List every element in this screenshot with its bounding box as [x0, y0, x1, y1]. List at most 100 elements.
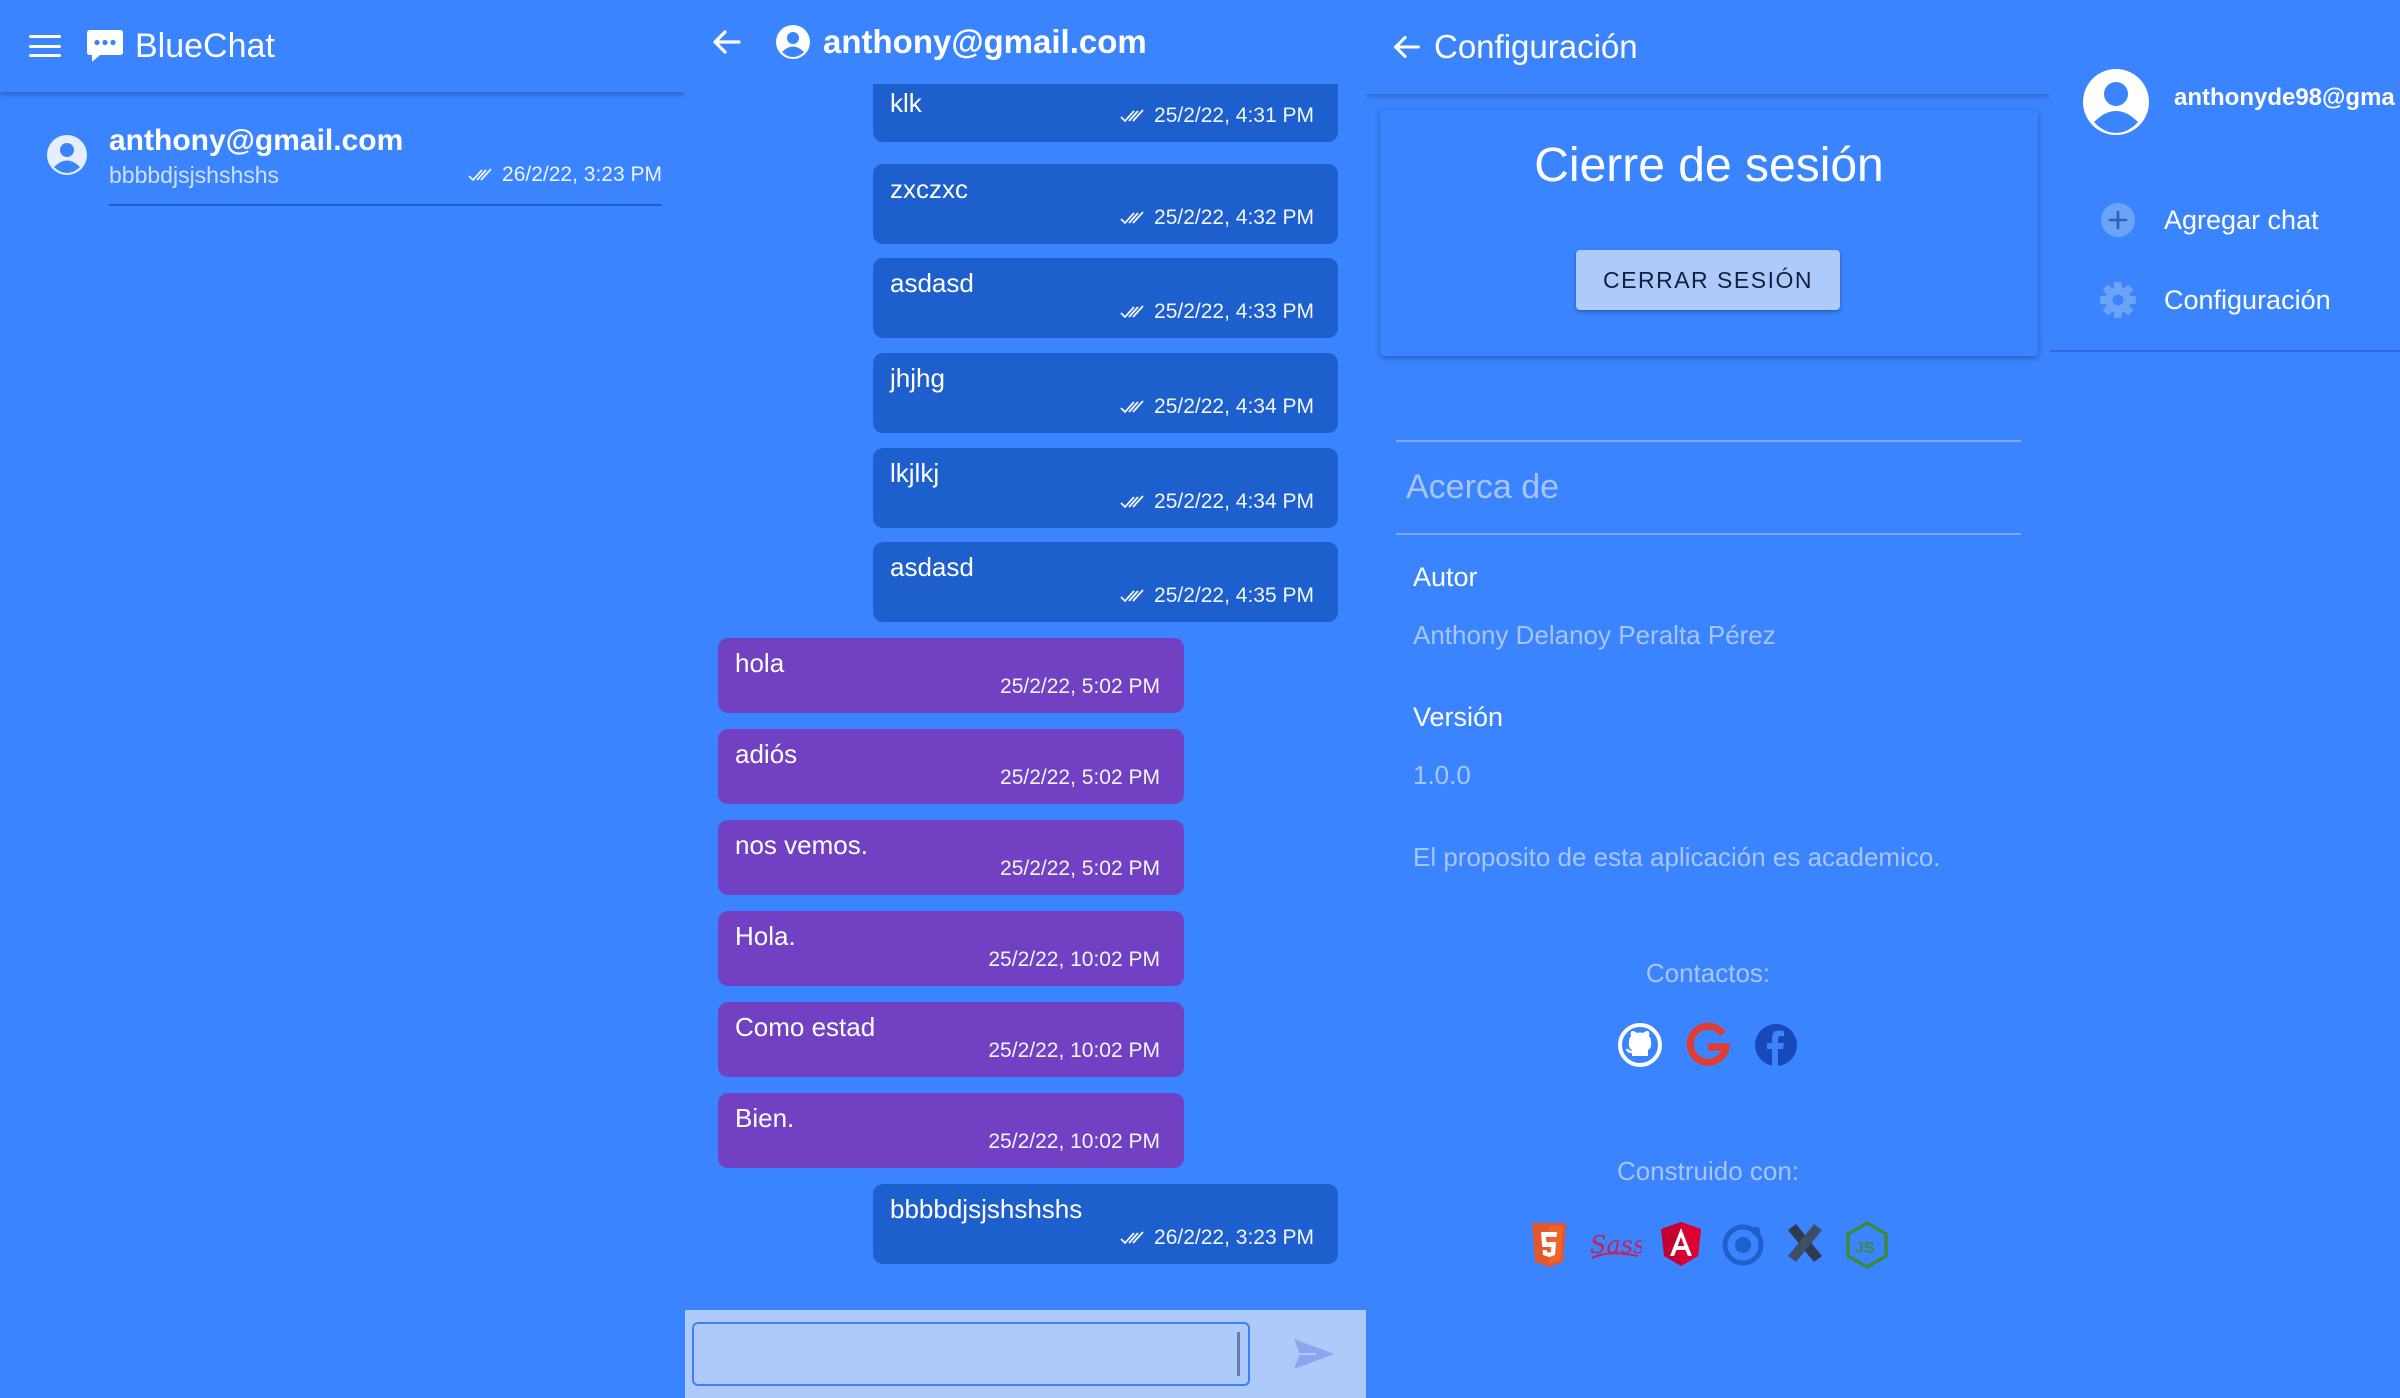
- outgoing-message[interactable]: jhjhg 25/2/22, 4:34 PM: [873, 353, 1338, 433]
- message-time-text: 25/2/22, 4:32 PM: [1154, 206, 1314, 229]
- app-toolbar: BlueChat: [0, 0, 685, 92]
- github-icon[interactable]: [1617, 1022, 1663, 1068]
- message-text: lkjlkj: [890, 458, 940, 488]
- chat-timestamp: 26/2/22, 3:23 PM: [468, 163, 662, 187]
- message-timestamp: 25/2/22, 4:32 PM: [1120, 206, 1314, 230]
- message-input[interactable]: [692, 1322, 1250, 1386]
- logout-button[interactable]: CERRAR SESIÓN: [1576, 250, 1840, 310]
- person-avatar-icon: [2083, 69, 2149, 135]
- angular-icon: [1661, 1222, 1701, 1266]
- message-time-text: 25/2/22, 5:02 PM: [1000, 675, 1160, 698]
- conversation-title: anthony@gmail.com: [823, 23, 1147, 60]
- drawer-user-email: anthonyde98@gma: [2174, 84, 2395, 111]
- contacts-label: Contactos:: [1645, 958, 1771, 988]
- person-avatar-icon: [776, 25, 810, 59]
- message-time-text: 25/2/22, 4:34 PM: [1154, 490, 1314, 513]
- message-text: asdasd: [890, 268, 974, 298]
- message-timestamp: 25/2/22, 10:02 PM: [988, 1039, 1160, 1063]
- sass-icon: Sass: [1590, 1231, 1642, 1259]
- author-value: Anthony Delanoy Peralta Pérez: [1413, 620, 1776, 650]
- chat-bubble-icon: [87, 30, 123, 62]
- message-time-text: 25/2/22, 10:02 PM: [988, 1039, 1160, 1062]
- message-text: Como estad: [735, 1012, 876, 1042]
- drawer-menu: anthonyde98@gma Agregar chat Configuraci…: [2050, 0, 2400, 352]
- message-text: nos vemos.: [735, 830, 868, 860]
- message-timestamp: 26/2/22, 3:23 PM: [1120, 1226, 1314, 1250]
- double-check-icon: [1120, 1231, 1144, 1245]
- incoming-message[interactable]: adiós 25/2/22, 5:02 PM: [718, 729, 1184, 804]
- double-check-icon: [1120, 211, 1144, 225]
- tech-stack-icons: Sass JS: [1366, 1220, 2050, 1270]
- message-text: Bien.: [735, 1103, 795, 1133]
- message-time-text: 26/2/22, 3:23 PM: [1154, 1226, 1314, 1249]
- settings-title: Configuración: [1434, 28, 1638, 65]
- incoming-message[interactable]: nos vemos. 25/2/22, 5:02 PM: [718, 820, 1184, 895]
- incoming-message[interactable]: Bien. 25/2/22, 10:02 PM: [718, 1093, 1184, 1168]
- outgoing-message[interactable]: zxczxc 25/2/22, 4:32 PM: [873, 164, 1338, 244]
- message-timestamp: 25/2/22, 4:34 PM: [1120, 490, 1314, 514]
- side-drawer: anthonyde98@gma Agregar chat Configuraci…: [2050, 0, 2400, 1398]
- chat-list-item[interactable]: anthony@gmail.com bbbbdjsjshshshs 26/2/2…: [42, 120, 662, 210]
- chat-contact-name: anthony@gmail.com: [109, 124, 404, 157]
- message-list: klk 25/2/22, 4:31 PM zxczxc 25/2/22, 4:32 P…: [685, 80, 1366, 1310]
- svg-text:JS: JS: [1855, 1240, 1875, 1257]
- message-time-text: 25/2/22, 5:02 PM: [1000, 857, 1160, 880]
- message-text: asdasd: [890, 552, 974, 582]
- settings-header: Configuración: [1366, 0, 2050, 94]
- logout-title: Cierre de sesión: [1534, 139, 1884, 192]
- capacitor-icon: [1788, 1224, 1822, 1262]
- text-caret: [1237, 1332, 1240, 1376]
- send-icon[interactable]: [1292, 1336, 1336, 1372]
- message-timestamp: 25/2/22, 4:33 PM: [1120, 300, 1314, 324]
- ionic-icon: [1722, 1224, 1764, 1266]
- message-text: klk: [890, 88, 922, 118]
- drawer-item-settings[interactable]: Configuración: [2098, 275, 2331, 325]
- drawer-item-add-chat[interactable]: Agregar chat: [2098, 195, 2319, 245]
- message-text: adiós: [735, 739, 798, 769]
- message-time-text: 25/2/22, 4:35 PM: [1154, 584, 1314, 607]
- outgoing-message[interactable]: klk 25/2/22, 4:31 PM: [873, 80, 1338, 142]
- chat-last-message: bbbbdjsjshshshs: [109, 162, 280, 188]
- incoming-message[interactable]: Hola. 25/2/22, 10:02 PM: [718, 911, 1184, 986]
- outgoing-message[interactable]: asdasd 25/2/22, 4:35 PM: [873, 542, 1338, 622]
- message-timestamp: 25/2/22, 4:35 PM: [1120, 584, 1314, 608]
- double-check-icon: [1120, 589, 1144, 603]
- double-check-icon: [1120, 400, 1144, 414]
- message-text: zxczxc: [890, 174, 968, 204]
- message-time-text: 25/2/22, 10:02 PM: [988, 948, 1160, 971]
- author-label: Autor: [1413, 562, 1478, 592]
- message-time-text: 25/2/22, 4:33 PM: [1154, 300, 1314, 323]
- purpose-text: El proposito de esta aplicación es acade…: [1413, 842, 1941, 872]
- back-arrow-icon[interactable]: [707, 22, 747, 62]
- menu-icon[interactable]: [27, 32, 63, 60]
- google-icon[interactable]: [1685, 1022, 1731, 1068]
- app-title: BlueChat: [135, 26, 275, 65]
- outgoing-message[interactable]: bbbbdjsjshshshs 26/2/22, 3:23 PM: [873, 1184, 1338, 1264]
- incoming-message[interactable]: Como estad 25/2/22, 10:02 PM: [718, 1002, 1184, 1077]
- double-check-icon: [1120, 109, 1144, 123]
- message-text: Hola.: [735, 921, 796, 951]
- double-check-icon: [1120, 495, 1144, 509]
- double-check-icon: [1120, 305, 1144, 319]
- about-heading: Acerca de: [1406, 468, 1560, 506]
- back-arrow-icon[interactable]: [1388, 28, 1426, 66]
- nodejs-icon: JS: [1846, 1220, 1888, 1270]
- message-text: hola: [735, 648, 785, 678]
- message-timestamp: 25/2/22, 5:02 PM: [1000, 675, 1160, 699]
- chat-list-screen: BlueChat anthony@gmail.com bbbbdjsjshshs…: [0, 0, 685, 1398]
- message-composer: [685, 1310, 1366, 1398]
- conversation-screen: anthony@gmail.com klk 25/2/22, 4:31 PM zxc…: [685, 0, 1366, 1398]
- message-timestamp: 25/2/22, 10:02 PM: [988, 948, 1160, 972]
- message-time-text: 25/2/22, 4:34 PM: [1154, 395, 1314, 418]
- divider: [1396, 440, 2021, 442]
- outgoing-message[interactable]: lkjlkj 25/2/22, 4:34 PM: [873, 448, 1338, 528]
- message-time-text: 25/2/22, 5:02 PM: [1000, 766, 1160, 789]
- incoming-message[interactable]: hola 25/2/22, 5:02 PM: [718, 638, 1184, 713]
- built-with-label: Construido con:: [1616, 1156, 1800, 1186]
- outgoing-message[interactable]: asdasd 25/2/22, 4:33 PM: [873, 258, 1338, 338]
- contact-links: [1366, 1022, 2050, 1068]
- message-timestamp: 25/2/22, 4:31 PM: [1120, 104, 1314, 128]
- facebook-icon[interactable]: [1753, 1022, 1799, 1068]
- message-timestamp: 25/2/22, 10:02 PM: [988, 1130, 1160, 1154]
- message-timestamp: 25/2/22, 5:02 PM: [1000, 857, 1160, 881]
